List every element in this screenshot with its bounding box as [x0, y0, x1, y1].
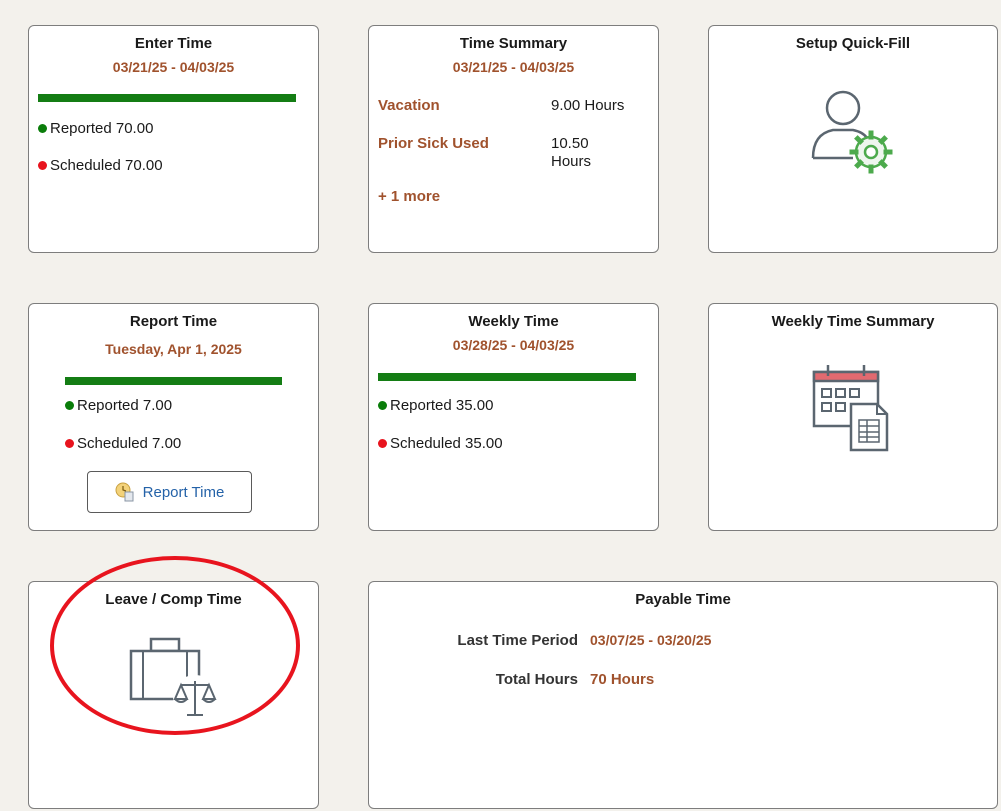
- last-time-period-value: 03/07/25 - 03/20/25: [590, 632, 712, 648]
- tile-title: Setup Quick-Fill: [795, 35, 911, 52]
- vacation-value: 9.00 Hours: [551, 97, 625, 114]
- prior-sick-used-amount: 10.50: [551, 135, 589, 152]
- more-link[interactable]: + 1 more: [378, 188, 440, 205]
- period-dates: 03/21/25 - 04/03/25: [112, 59, 235, 75]
- payable-time-tile[interactable]: Payable Time Last Time Period 03/07/25 -…: [368, 581, 998, 809]
- period-dates: 03/28/25 - 04/03/25: [452, 337, 575, 353]
- tile-title: Enter Time: [134, 35, 213, 52]
- report-time-button[interactable]: Report Time: [87, 471, 252, 513]
- setup-quick-fill-tile[interactable]: Setup Quick-Fill: [708, 25, 998, 253]
- progress-bar: [38, 94, 296, 102]
- tile-title: Payable Time: [635, 591, 731, 608]
- total-hours-value: 70 Hours: [590, 671, 655, 688]
- clock-document-icon: [115, 482, 134, 502]
- weekly-time-tile[interactable]: Weekly Time 03/28/25 - 04/03/25 Reported…: [368, 303, 659, 531]
- weekly-time-summary-tile[interactable]: Weekly Time Summary: [708, 303, 998, 531]
- scheduled-text: Scheduled 35.00: [390, 435, 503, 452]
- reported-text: Reported 35.00: [390, 397, 494, 414]
- green-dot-icon: [38, 124, 47, 133]
- time-summary-tile[interactable]: Time Summary 03/21/25 - 04/03/25 Vacatio…: [368, 25, 659, 253]
- enter-time-tile[interactable]: Enter Time 03/21/25 - 04/03/25 Reported …: [28, 25, 319, 253]
- progress-bar: [378, 373, 636, 381]
- tile-title: Time Summary: [459, 35, 568, 52]
- report-time-button-label: Report Time: [142, 483, 225, 501]
- total-hours-label: Total Hours: [495, 671, 578, 688]
- tile-title: Weekly Time: [468, 313, 559, 330]
- prior-sick-used-value: 10.50 Hours: [551, 135, 591, 171]
- red-dot-icon: [378, 439, 387, 448]
- scheduled-status: Scheduled 7.00: [65, 435, 181, 452]
- reported-status: Reported 7.00: [65, 397, 172, 414]
- vacation-label: Vacation: [378, 97, 440, 114]
- user-gear-icon: [811, 90, 893, 174]
- calendar-spreadsheet-icon: [812, 365, 889, 452]
- scheduled-status: Scheduled 70.00: [38, 157, 163, 174]
- green-dot-icon: [65, 401, 74, 410]
- red-dot-icon: [38, 161, 47, 170]
- reported-text: Reported 7.00: [77, 397, 173, 414]
- last-time-period-label: Last Time Period: [457, 632, 578, 649]
- highlight-circle: [50, 556, 300, 735]
- green-dot-icon: [378, 401, 387, 410]
- reported-status: Reported 35.00: [378, 397, 493, 414]
- tile-title: Weekly Time Summary: [771, 313, 935, 330]
- report-date: Tuesday, Apr 1, 2025: [105, 341, 242, 357]
- reported-text: Reported 70.00: [50, 120, 154, 137]
- scheduled-text: Scheduled 7.00: [77, 435, 182, 452]
- report-time-tile[interactable]: Report Time Tuesday, Apr 1, 2025 Reporte…: [28, 303, 319, 531]
- progress-bar: [65, 377, 282, 385]
- period-dates: 03/21/25 - 04/03/25: [452, 59, 575, 75]
- prior-sick-used-label: Prior Sick Used: [378, 135, 489, 152]
- scheduled-text: Scheduled 70.00: [50, 157, 163, 174]
- prior-sick-used-unit: Hours: [551, 153, 592, 170]
- scheduled-status: Scheduled 35.00: [378, 435, 503, 452]
- tile-title: Report Time: [129, 313, 218, 330]
- red-dot-icon: [65, 439, 74, 448]
- reported-status: Reported 70.00: [38, 120, 153, 137]
